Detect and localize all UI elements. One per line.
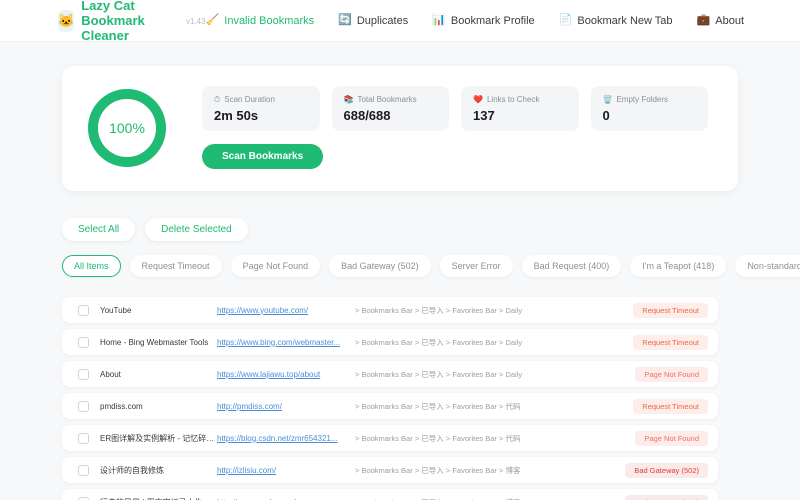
bookmark-url-link[interactable]: http://izlisiu.com/ [217,466,347,475]
stat-links-to-check: ❤️ Links to Check 137 [461,86,579,131]
bookmark-row: ER图详解及实例解析 - 记忆碎片的... https://blog.csdn.… [62,425,718,451]
filter-request-timeout[interactable]: Request Timeout [129,255,222,277]
bookmark-folder-path: > Bookmarks Bar > 已导入 > Favorites Bar > … [355,369,523,379]
bookmark-row: 设计师的自我修炼 http://izlisiu.com/ > Bookmarks… [62,457,718,483]
nav-bookmark-new-tab[interactable]: 📄 Bookmark New Tab [559,15,673,27]
bookmark-url-link[interactable]: https://www.bing.com/webmaster... [217,338,347,347]
nav-invalid-bookmarks[interactable]: 🧹 Invalid Bookmarks [206,15,315,27]
nav-label: Invalid Bookmarks [224,14,315,27]
status-badge: Page Not Found [635,430,708,446]
filter-non-standard-error[interactable]: Non-standard Error (468) [735,255,800,277]
stat-value: 0 [602,108,610,123]
stat-label: Links to Check [486,95,540,104]
bookmark-row: 行走的风景 | 用文字记录人生的风景 http://www.quoker.org… [62,489,718,500]
invalid-bookmark-list: YouTube https://www.youtube.com/ > Bookm… [62,297,718,500]
row-checkbox[interactable] [78,464,89,476]
nav-bookmark-profile[interactable]: 📊 Bookmark Profile [432,15,534,27]
row-checkbox[interactable] [78,496,89,500]
app-title: Lazy Cat Bookmark Cleaner [81,0,145,43]
filter-server-error[interactable]: Server Error [439,255,513,277]
brand: 🐱 Lazy Cat Bookmark Cleaner v1.43 [58,0,206,43]
scan-bookmarks-button[interactable]: Scan Bookmarks [202,144,324,169]
filter-teapot[interactable]: I'm a Teapot (418) [630,255,727,277]
row-checkbox[interactable] [78,304,89,316]
delete-selected-button[interactable]: Delete Selected [145,218,248,241]
bookmark-folder-path: > Bookmarks Bar > 已导入 > Favorites Bar > … [355,337,523,347]
bookmark-title: About [100,369,121,379]
bookmark-url-link[interactable]: https://www.youtube.com/ [217,306,347,315]
stat-empty-folders: 🗑️ Empty Folders 0 [590,86,708,131]
bar-chart-icon: 📊 [432,14,446,26]
bookmark-title: pmdiss.com [100,401,143,411]
status-badge: Request Timeout [633,334,708,350]
bookmark-url-link[interactable]: https://blog.csdn.net/zmr654321... [217,434,347,443]
duplicates-icon: 🔄 [338,14,352,26]
bookmark-folder-path: > Bookmarks Bar > 已导入 > Favorites Bar > … [355,433,521,443]
status-badge: Bad Gateway (502) [625,462,708,478]
timer-icon: ⏱ [214,94,221,104]
status-filter-bar: All Items Request Timeout Page Not Found… [62,255,800,277]
bookmark-folder-path: > Bookmarks Bar > 已导入 > Favorites Bar > … [347,497,625,500]
bookmark-title: 行走的风景 | 用文字记录人生的风景 [100,497,217,500]
bookmark-title: ER图详解及实例解析 - 记忆碎片的... [100,433,217,443]
row-checkbox[interactable] [78,432,89,444]
nav-label: Bookmark Profile [450,14,535,27]
row-checkbox[interactable] [78,336,89,348]
broom-icon: 🧹 [205,14,220,26]
app-version: v1.43 [185,17,206,26]
scan-summary-card: 100% ⏱ Scan Duration 2m 50s 📚 Total Book… [62,66,738,191]
main-nav: 🧹 Invalid Bookmarks 🔄 Duplicates 📊 Bookm… [206,15,744,27]
bookmark-folder-path: > Bookmarks Bar > 已导入 > Favorites Bar > … [355,305,523,315]
status-badge: Page Not Found [635,366,708,382]
scan-progress-ring: 100% [88,88,166,167]
bookmark-title: Home - Bing Webmaster Tools [100,337,209,347]
stat-scan-duration: ⏱ Scan Duration 2m 50s [202,86,320,131]
filter-all-items[interactable]: All Items [62,255,121,277]
bookmark-row: Home - Bing Webmaster Tools https://www.… [62,329,718,355]
lazy-cat-logo-icon: 🐱 [58,9,75,32]
stat-value: 2m 50s [214,108,259,123]
nav-about[interactable]: 💼 About [697,15,744,27]
app-header: 🐱 Lazy Cat Bookmark Cleaner v1.43 🧹 Inva… [0,0,800,43]
stat-label: Empty Folders [616,95,669,104]
scan-progress-value: 100% [109,119,145,136]
filter-page-not-found[interactable]: Page Not Found [230,255,321,277]
stats-row: ⏱ Scan Duration 2m 50s 📚 Total Bookmarks… [202,86,708,131]
stat-label: Scan Duration [224,95,275,104]
status-badge: Request Timeout [633,398,708,414]
filter-bad-gateway[interactable]: Bad Gateway (502) [329,255,431,277]
heart-icon: ❤️ [473,94,483,104]
status-badge: Request Timeout [633,302,708,318]
briefcase-icon: 💼 [696,14,711,26]
row-checkbox[interactable] [78,368,89,380]
nav-duplicates[interactable]: 🔄 Duplicates [338,15,408,27]
select-all-button[interactable]: Select All [62,218,136,241]
trash-icon: 🗑️ [602,94,613,104]
status-badge: Bad Gateway (502) [625,494,708,500]
books-icon: 📚 [343,94,354,104]
bookmark-url-link[interactable]: https://www.lajiawu.top/about [217,370,347,379]
bulk-actions: Select All Delete Selected [62,218,738,241]
bookmark-row: About https://www.lajiawu.top/about > Bo… [62,361,718,387]
nav-label: About [715,14,744,27]
stat-label: Total Bookmarks [357,95,417,104]
bookmark-folder-path: > Bookmarks Bar > 已导入 > Favorites Bar > … [355,465,521,475]
stat-value: 137 [473,108,495,123]
row-checkbox[interactable] [78,400,89,412]
bookmark-folder-path: > Bookmarks Bar > 已导入 > Favorites Bar > … [355,401,521,411]
stat-total-bookmarks: 📚 Total Bookmarks 688/688 [331,86,449,131]
stat-value: 688/688 [343,108,391,123]
nav-label: Bookmark New Tab [577,14,673,27]
bookmark-row: YouTube https://www.youtube.com/ > Bookm… [62,297,718,323]
bookmark-row: pmdiss.com http://pmdiss.com/ > Bookmark… [62,393,718,419]
filter-bad-request[interactable]: Bad Request (400) [521,255,622,277]
page-icon: 📄 [558,14,573,26]
nav-label: Duplicates [356,14,409,27]
bookmark-title: 设计师的自我修炼 [100,465,164,475]
bookmark-url-link[interactable]: http://pmdiss.com/ [217,402,347,411]
bookmark-title: YouTube [100,305,132,315]
